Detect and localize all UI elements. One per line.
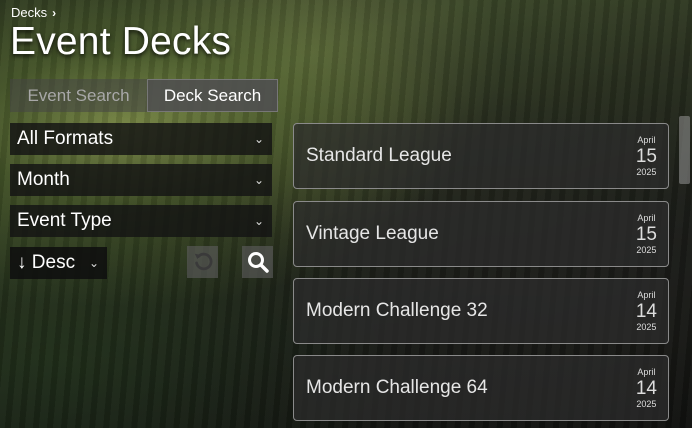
sort-order-value: ↓ Desc [17, 252, 76, 273]
event-month: April [637, 289, 656, 300]
event-year: 2025 [636, 244, 657, 255]
format-select[interactable]: All Formats ⌄ [10, 123, 272, 155]
breadcrumb: Decks › [11, 5, 56, 20]
sort-order-select[interactable]: ↓ Desc ⌄ [10, 247, 107, 279]
event-name: Modern Challenge 64 [306, 377, 488, 398]
event-day: 15 [635, 223, 657, 245]
event-name: Standard League [306, 145, 452, 166]
event-card[interactable]: Vintage League April 15 2025 [293, 201, 669, 267]
search-icon [247, 252, 269, 273]
event-name: Vintage League [306, 223, 439, 244]
event-day: 14 [635, 300, 657, 322]
chevron-down-icon: ⌄ [253, 173, 264, 187]
event-date: April 15 2025 [635, 212, 657, 255]
reset-icon [194, 252, 212, 271]
search-tabs: Event Search Deck Search [10, 79, 278, 112]
chevron-down-icon: ⌄ [253, 132, 264, 146]
event-day: 15 [635, 145, 657, 167]
search-button[interactable] [242, 246, 273, 278]
event-card[interactable]: Modern Challenge 64 April 14 2025 [293, 355, 669, 421]
breadcrumb-link-decks[interactable]: Decks [11, 5, 47, 20]
event-type-select[interactable]: Event Type ⌄ [10, 205, 272, 237]
event-month: April [637, 366, 656, 377]
chevron-right-icon: › [52, 5, 57, 20]
chevron-down-icon: ⌄ [88, 256, 99, 270]
tab-deck-search[interactable]: Deck Search [147, 79, 278, 112]
event-date: April 15 2025 [635, 134, 657, 177]
event-year: 2025 [636, 321, 657, 332]
month-select-value: Month [17, 169, 70, 190]
event-day: 14 [635, 377, 657, 399]
event-year: 2025 [636, 398, 657, 409]
tab-event-search[interactable]: Event Search [10, 79, 147, 112]
event-date: April 14 2025 [635, 289, 657, 332]
month-select[interactable]: Month ⌄ [10, 164, 272, 196]
chevron-down-icon: ⌄ [253, 214, 264, 228]
event-year: 2025 [636, 166, 657, 177]
event-type-select-value: Event Type [17, 210, 112, 231]
event-card[interactable]: Standard League April 15 2025 [293, 123, 669, 189]
format-select-value: All Formats [17, 128, 114, 149]
event-date: April 14 2025 [635, 366, 657, 409]
event-month: April [637, 212, 656, 223]
reset-button[interactable] [187, 246, 218, 278]
scrollbar-thumb[interactable] [679, 116, 690, 184]
event-month: April [637, 134, 656, 145]
event-card[interactable]: Modern Challenge 32 April 14 2025 [293, 278, 669, 344]
page-title: Event Decks [10, 20, 232, 63]
event-name: Modern Challenge 32 [306, 300, 488, 321]
